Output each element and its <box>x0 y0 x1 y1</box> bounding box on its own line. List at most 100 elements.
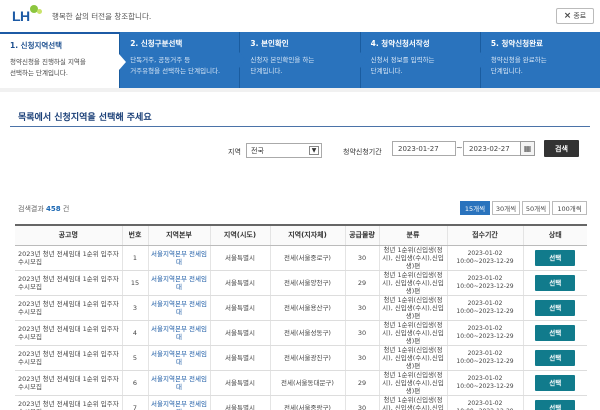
step-title: 3. 본인확인 <box>250 39 289 48</box>
close-label: 종료 <box>573 12 587 20</box>
region-label: 지역 <box>228 148 241 156</box>
region-city: 서울특별시 <box>209 295 270 321</box>
supply-quantity: 29 <box>344 270 379 296</box>
classification: 청년 1순위(신입생(정시), 신입생(수시),신입생)편 <box>378 345 447 371</box>
announcement-name: 2023년 청년 전세임대 1순위 입주자 수시모집 <box>15 270 122 296</box>
region-district: 전세(서울양천구) <box>269 270 345 296</box>
lh-logo[interactable]: LH <box>12 5 46 25</box>
step-desc-line: 단계입니다. <box>250 67 283 75</box>
supply-quantity: 29 <box>344 370 379 396</box>
select-button[interactable]: 선택 <box>535 399 576 410</box>
region-district: 전세(서울광진구) <box>269 345 345 371</box>
column-header: 접수기간 <box>446 224 523 246</box>
application-period: 2023-01-02 10:00~2023-12-29 <box>446 345 523 371</box>
status-cell: 선택 <box>522 395 587 410</box>
section-title: 목록에서 신청지역을 선택해 주세요 <box>18 113 152 123</box>
result-count: 검색결과 458 건 <box>18 204 69 214</box>
application-period: 2023-01-02 10:00~2023-12-29 <box>446 320 523 346</box>
column-header: 공급물량 <box>344 224 379 246</box>
classification: 청년 1순위(신입생(정시), 신입생(수시),신입생)편 <box>378 295 447 321</box>
supply-quantity: 30 <box>344 320 379 346</box>
classification: 청년 1순위(신입생(정시), 신입생(수시),신입생)편 <box>378 320 447 346</box>
step-5[interactable]: 5. 청약신청완료 청약신청을 완료하는 단계입니다. <box>479 32 600 88</box>
region-selected-value: 전국 <box>251 147 264 155</box>
announcement-name: 2023년 청년 전세임대 1순위 입주자 수시모집 <box>15 395 122 410</box>
region-district: 전세(서울동대문구) <box>269 370 345 396</box>
classification: 청년 1순위(신입생(정시), 신입생(수시),신입생)편 <box>378 395 447 410</box>
result-count-suffix: 건 <box>62 205 70 213</box>
region-select[interactable]: 전국 ▼ <box>246 143 322 158</box>
step-desc-line: 단계입니다. <box>490 67 523 75</box>
region-city: 서울특별시 <box>209 320 270 346</box>
step-3[interactable]: 3. 본인확인 신청자 본인확인을 하는 단계입니다. <box>239 32 367 88</box>
step-desc-line: 선택하는 단계입니다. <box>10 69 68 77</box>
table-header-row: 공고명 번호 지역본부 지역(시도) 지역(지자체) 공급물량 분류 접수기간 … <box>15 224 587 246</box>
row-number: 3 <box>121 295 148 321</box>
step-desc-line: 단계입니다. <box>370 67 403 75</box>
select-button[interactable]: 선택 <box>535 349 576 366</box>
region-district: 전세(서울성동구) <box>269 320 345 346</box>
select-button[interactable]: 선택 <box>535 249 576 266</box>
regional-office: 서울지역본부 전세임대 <box>147 245 210 271</box>
select-button[interactable]: 선택 <box>535 324 576 341</box>
page-header: LH 행복한 삶의 터전을 창조합니다. × 종료 <box>0 0 600 32</box>
step-desc-line: 청약신청을 진행하실 지역을 <box>10 58 86 66</box>
period-label: 청약신청기간 <box>343 148 382 156</box>
step-title: 1. 신청지역선택 <box>10 41 63 50</box>
column-header: 공고명 <box>15 224 122 246</box>
supply-quantity: 30 <box>344 395 379 410</box>
column-header: 분류 <box>378 224 447 246</box>
date-range-separator: ~ <box>456 143 463 152</box>
close-button[interactable]: × 종료 <box>556 8 594 24</box>
table-row: 2023년 청년 전세임대 1순위 입주자 수시모집 7 서울지역본부 전세임대… <box>15 395 587 410</box>
calendar-icon[interactable]: ▦ <box>520 141 535 156</box>
regional-office: 서울지역본부 전세임대 <box>147 320 210 346</box>
row-number: 4 <box>121 320 148 346</box>
region-city: 서울특별시 <box>209 270 270 296</box>
table-row: 2023년 청년 전세임대 1순위 입주자 수시모집 3 서울지역본부 전세임대… <box>15 295 587 321</box>
table-row: 2023년 청년 전세임대 1순위 입주자 수시모집 1 서울지역본부 전세임대… <box>15 245 587 271</box>
region-city: 서울특별시 <box>209 245 270 271</box>
application-period: 2023-01-02 10:00~2023-12-29 <box>446 270 523 296</box>
result-count-prefix: 검색결과 <box>18 205 44 213</box>
logo-leaf-small-icon <box>37 9 42 14</box>
announcement-table: 공고명 번호 지역본부 지역(시도) 지역(지자체) 공급물량 분류 접수기간 … <box>15 224 587 410</box>
result-count-number: 458 <box>46 205 61 213</box>
application-period: 2023-01-02 10:00~2023-12-29 <box>446 295 523 321</box>
close-icon: × <box>563 11 572 21</box>
regional-office: 서울지역본부 전세임대 <box>147 270 210 296</box>
chevron-down-icon: ▼ <box>309 146 319 155</box>
regional-office: 서울지역본부 전세임대 <box>147 295 210 321</box>
step-desc-line: 단독거주, 공동거주 등 <box>130 56 191 64</box>
row-number: 15 <box>121 270 148 296</box>
supply-quantity: 30 <box>344 245 379 271</box>
step-desc-line: 청약신청을 완료하는 <box>490 56 547 64</box>
select-button[interactable]: 선택 <box>535 274 576 291</box>
logo-text: LH <box>12 8 30 24</box>
select-button[interactable]: 선택 <box>535 299 576 316</box>
region-district: 전세(서울중로구) <box>269 245 345 271</box>
table-row: 2023년 청년 전세임대 1순위 입주자 수시모집 6 서울지역본부 전세임대… <box>15 370 587 396</box>
end-date-input[interactable]: 2023-02-27 <box>463 141 527 156</box>
start-date-input[interactable]: 2023-01-27 <box>392 141 456 156</box>
application-period: 2023-01-02 10:00~2023-12-29 <box>446 395 523 410</box>
row-number: 5 <box>121 345 148 371</box>
announcement-name: 2023년 청년 전세임대 1순위 입주자 수시모집 <box>15 370 122 396</box>
column-header: 상태 <box>522 224 587 246</box>
per-page-30-button[interactable]: 30개씩 <box>492 201 520 215</box>
step-2[interactable]: 2. 신청구분선택 단독거주, 공동거주 등 거주유형을 선택하는 단계입니다. <box>119 32 247 88</box>
status-cell: 선택 <box>522 295 587 321</box>
per-page-15-button[interactable]: 15개씩 <box>460 201 490 215</box>
per-page-100-button[interactable]: 100개씩 <box>552 201 587 215</box>
search-button[interactable]: 검색 <box>544 140 579 157</box>
announcement-name: 2023년 청년 전세임대 1순위 입주자 수시모집 <box>15 295 122 321</box>
region-district: 전세(서울중랑구) <box>269 395 345 410</box>
title-underline <box>10 126 590 127</box>
slogan: 행복한 삶의 터전을 창조합니다. <box>52 12 152 21</box>
step-4[interactable]: 4. 청약신청서작성 신청서 정보를 입력하는 단계입니다. <box>359 32 488 88</box>
status-cell: 선택 <box>522 320 587 346</box>
select-button[interactable]: 선택 <box>535 374 576 391</box>
column-header: 지역(시도) <box>209 224 270 246</box>
per-page-50-button[interactable]: 50개씩 <box>522 201 550 215</box>
step-1[interactable]: 1. 신청지역선택 청약신청을 진행하실 지역을 선택하는 단계입니다. <box>0 32 127 88</box>
